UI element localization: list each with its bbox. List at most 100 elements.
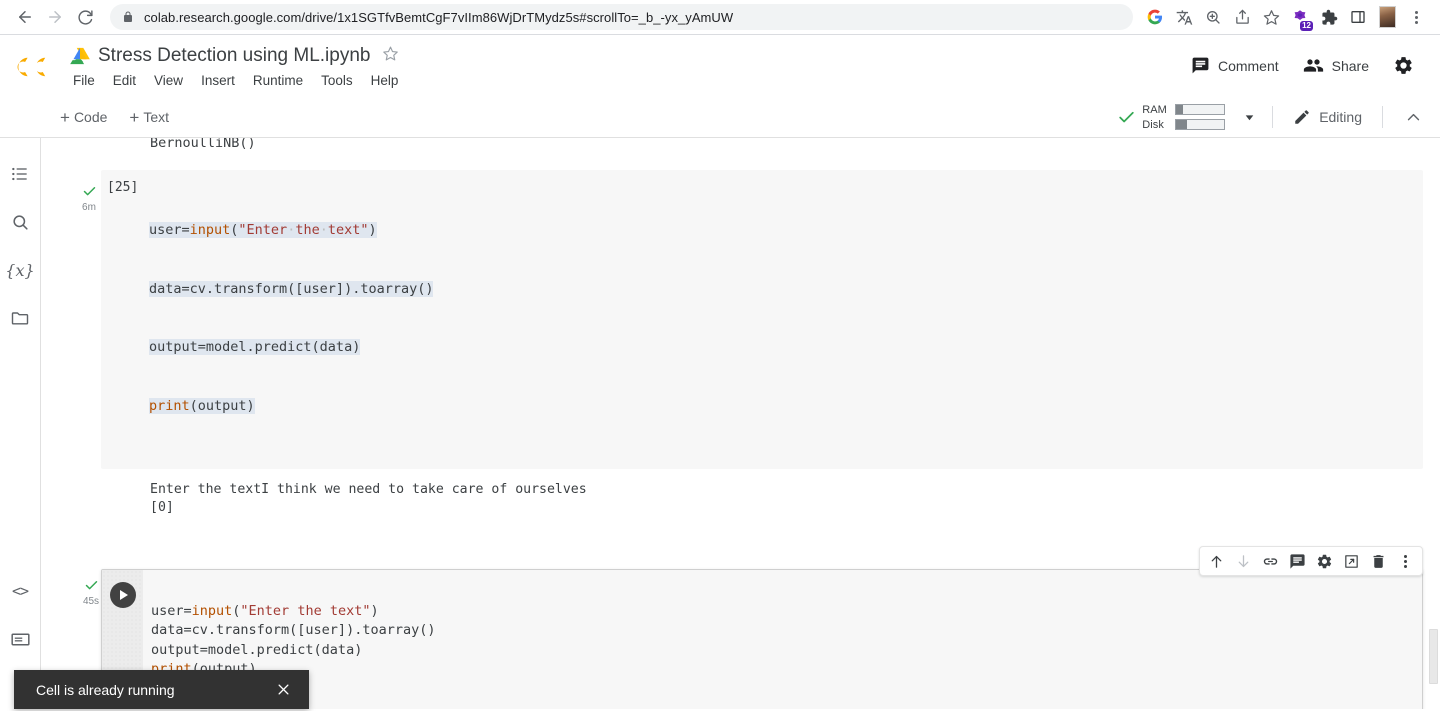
- cell-execution-status: 45s: [76, 578, 106, 607]
- back-arrow-icon[interactable]: [10, 2, 40, 32]
- check-icon: [84, 578, 99, 596]
- star-outline-icon[interactable]: [382, 45, 399, 67]
- browser-action-icons: 12: [1141, 3, 1430, 31]
- left-sidebar: {x} <>: [0, 138, 41, 709]
- extension-purple-icon[interactable]: 12: [1286, 3, 1314, 31]
- disk-label: Disk: [1142, 118, 1164, 131]
- menu-insert[interactable]: Insert: [199, 72, 237, 89]
- menu-edit[interactable]: Edit: [111, 72, 138, 89]
- menu-help[interactable]: Help: [369, 72, 401, 89]
- menu-view[interactable]: View: [152, 72, 185, 89]
- menu-runtime[interactable]: Runtime: [251, 72, 305, 89]
- extension-badge-count: 12: [1300, 21, 1313, 31]
- colab-header: Stress Detection using ML.ipynb File Edi…: [0, 35, 1440, 97]
- check-icon: [1117, 108, 1136, 127]
- cell-source[interactable]: user=input("Enter the text") data=cv.tra…: [143, 570, 1422, 709]
- comment-icon: [1191, 56, 1210, 75]
- menu-file[interactable]: File: [71, 72, 97, 89]
- comment-button[interactable]: Comment: [1179, 48, 1291, 83]
- toolbar-right-group: RAM Disk Editing: [1117, 97, 1428, 137]
- cell-more-options-button[interactable]: [1392, 548, 1419, 574]
- ram-label: RAM: [1142, 103, 1167, 116]
- browser-toolbar: colab.research.google.com/drive/1x1SGTfv…: [0, 0, 1440, 34]
- variables-icon: {x}: [5, 260, 35, 280]
- cell-output: Enter the textI think we need to take ca…: [150, 482, 587, 515]
- share-icon[interactable]: [1228, 3, 1256, 31]
- code-line: output=model.predict(data): [151, 641, 363, 658]
- resource-meters[interactable]: RAM Disk: [1142, 102, 1226, 133]
- notebook-toolbar: + Code + Text RAM Disk Editing: [0, 97, 1440, 137]
- code-line: data=cv.transform([user]).toarray(): [151, 622, 436, 638]
- page-title[interactable]: Stress Detection using ML.ipynb: [98, 45, 370, 67]
- scrollbar-thumb[interactable]: [1429, 629, 1438, 684]
- lock-icon: [122, 11, 134, 23]
- share-button[interactable]: Share: [1291, 47, 1381, 84]
- clipped-code-line: BernoulliNB(): [150, 138, 256, 151]
- disk-meter-bar: [1175, 119, 1226, 130]
- add-text-cell-button[interactable]: + Text: [121, 105, 177, 130]
- menu-bar: File Edit View Insert Runtime Tools Help: [71, 72, 400, 89]
- copy-cell-link-button[interactable]: [1257, 548, 1284, 574]
- gear-icon: [1393, 55, 1414, 76]
- google-lens-icon[interactable]: [1141, 3, 1169, 31]
- url-text: colab.research.google.com/drive/1x1SGTfv…: [144, 9, 734, 25]
- add-code-cell-button[interactable]: + Code: [52, 105, 115, 130]
- check-icon: [82, 184, 97, 202]
- chrome-menu-icon[interactable]: [1402, 3, 1430, 31]
- comment-button-label: Comment: [1217, 57, 1279, 74]
- sidebar-item-toc[interactable]: [0, 154, 40, 194]
- forward-arrow-icon[interactable]: [40, 2, 70, 32]
- sidepanel-icon[interactable]: [1344, 3, 1372, 31]
- code-line: print(output): [149, 397, 255, 414]
- notebook-title-block: Stress Detection using ML.ipynb File Edi…: [70, 41, 400, 89]
- profile-avatar[interactable]: [1373, 3, 1401, 31]
- bookmark-star-icon[interactable]: [1257, 3, 1285, 31]
- code-cell[interactable]: 6m [25] user=input("Enter·the·text") dat…: [82, 170, 1423, 527]
- google-drive-icon: [70, 47, 90, 65]
- toolbar-divider: [1272, 106, 1274, 128]
- translate-icon[interactable]: [1170, 3, 1198, 31]
- add-code-plus-icon: +: [60, 107, 70, 127]
- chevron-up-icon[interactable]: [1399, 103, 1428, 132]
- editing-label: Editing: [1319, 109, 1362, 125]
- sidebar-item-variables[interactable]: {x}: [0, 250, 40, 290]
- cell-execution-status: 6m: [71, 184, 107, 213]
- sidebar-item-files[interactable]: [0, 298, 40, 338]
- menu-tools[interactable]: Tools: [319, 72, 355, 89]
- cell-execution-count: [25]: [107, 180, 139, 195]
- cell-settings-button[interactable]: [1311, 548, 1338, 574]
- cell-toolbar: [1199, 546, 1423, 576]
- toast-message: Cell is already running: [36, 681, 175, 698]
- move-cell-up-button[interactable]: [1203, 548, 1230, 574]
- run-cell-button[interactable]: [109, 582, 136, 608]
- header-actions: Comment Share: [1179, 47, 1426, 84]
- add-comment-button[interactable]: [1284, 548, 1311, 574]
- editing-mode-button[interactable]: Editing: [1283, 102, 1372, 132]
- toolbar-divider-2: [1382, 106, 1383, 128]
- sidebar-item-search[interactable]: [0, 202, 40, 242]
- sidebar-item-code-snippets[interactable]: <>: [0, 571, 40, 611]
- mirror-cell-button[interactable]: [1338, 548, 1365, 574]
- pencil-icon: [1293, 108, 1311, 126]
- extensions-puzzle-icon[interactable]: [1315, 3, 1343, 31]
- settings-button[interactable]: [1381, 47, 1426, 84]
- code-line: data=cv.transform([user]).toarray(): [149, 280, 434, 297]
- close-icon[interactable]: [276, 682, 291, 697]
- colab-logo[interactable]: [14, 45, 58, 89]
- notebook-scrollbar[interactable]: [1426, 138, 1440, 709]
- zoom-search-icon[interactable]: [1199, 3, 1227, 31]
- sidebar-item-terminal[interactable]: [0, 619, 40, 659]
- chevron-down-icon[interactable]: [1237, 105, 1262, 130]
- cell-source[interactable]: user=input("Enter·the·text") data=cv.tra…: [149, 170, 1423, 469]
- cell-runtime-label: 45s: [82, 596, 100, 607]
- cell-runtime-label: 6m: [82, 202, 96, 213]
- delete-cell-button[interactable]: [1365, 548, 1392, 574]
- reload-icon[interactable]: [70, 2, 100, 32]
- address-bar[interactable]: colab.research.google.com/drive/1x1SGTfv…: [110, 4, 1133, 30]
- sidebar-bottom-group: <>: [0, 571, 40, 667]
- add-text-label: Text: [143, 109, 170, 125]
- toast-notification: Cell is already running: [14, 670, 309, 709]
- cell-code-area[interactable]: [25] user=input("Enter·the·text") data=c…: [101, 170, 1423, 469]
- add-code-label: Code: [73, 109, 108, 125]
- move-cell-down-button[interactable]: [1230, 548, 1257, 574]
